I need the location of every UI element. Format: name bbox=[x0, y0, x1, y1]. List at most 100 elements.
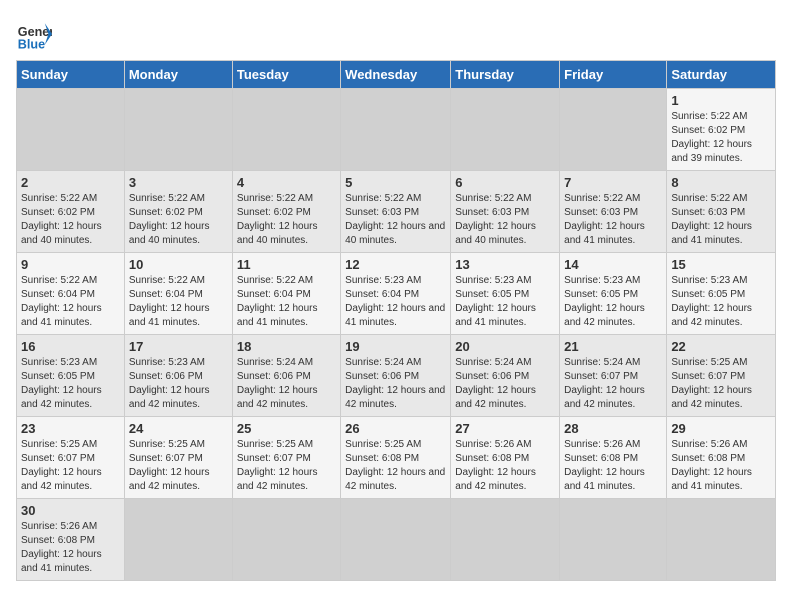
calendar-cell: 16 Sunrise: 5:23 AM Sunset: 6:05 PM Dayli… bbox=[17, 335, 125, 417]
calendar-cell: 6Sunrise: 5:22 AM Sunset: 6:03 PM Daylig… bbox=[451, 171, 560, 253]
week-row-6: 30Sunrise: 5:26 AM Sunset: 6:08 PM Dayli… bbox=[17, 499, 776, 581]
day-info: Sunrise: 5:24 AM Sunset: 6:06 PM Dayligh… bbox=[455, 356, 555, 412]
day-number: 25 bbox=[237, 421, 336, 436]
calendar-cell bbox=[232, 89, 340, 171]
day-number: 13 bbox=[455, 257, 555, 272]
day-number: 30 bbox=[21, 503, 120, 518]
calendar-cell: 24 Sunrise: 5:25 AM Sunset: 6:07 PM Dayli… bbox=[124, 417, 232, 499]
calendar-cell: 13 Sunrise: 5:23 AM Sunset: 6:05 PM Dayli… bbox=[451, 253, 560, 335]
calendar-cell: 26 Sunrise: 5:25 AM Sunset: 6:08 PM Dayli… bbox=[341, 417, 451, 499]
day-number: 23 bbox=[21, 421, 120, 436]
calendar-cell: 12Sunrise: 5:23 AM Sunset: 6:04 PM Dayli… bbox=[341, 253, 451, 335]
day-info: Sunrise: 5:25 AM Sunset: 6:07 PM Dayligh… bbox=[237, 438, 336, 494]
day-number: 12 bbox=[345, 257, 446, 272]
day-number: 28 bbox=[564, 421, 662, 436]
day-info: Sunrise: 5:25 AM Sunset: 6:08 PM Dayligh… bbox=[345, 438, 446, 494]
header-day-monday: Monday bbox=[124, 61, 232, 89]
day-info: Sunrise: 5:25 AM Sunset: 6:07 PM Dayligh… bbox=[671, 356, 771, 412]
calendar-cell bbox=[17, 89, 125, 171]
day-info: Sunrise: 5:22 AM Sunset: 6:03 PM Dayligh… bbox=[345, 192, 446, 248]
calendar-cell bbox=[451, 89, 560, 171]
calendar-cell bbox=[232, 499, 340, 581]
day-info: Sunrise: 5:26 AM Sunset: 6:08 PM Dayligh… bbox=[564, 438, 662, 494]
calendar-cell: 2 Sunrise: 5:22 AM Sunset: 6:02 PM Daylig… bbox=[17, 171, 125, 253]
day-number: 2 bbox=[21, 175, 120, 190]
day-info: Sunrise: 5:22 AM Sunset: 6:02 PM Dayligh… bbox=[237, 192, 336, 248]
calendar-cell: 9 Sunrise: 5:22 AM Sunset: 6:04 PM Daylig… bbox=[17, 253, 125, 335]
day-number: 6 bbox=[455, 175, 555, 190]
header-day-tuesday: Tuesday bbox=[232, 61, 340, 89]
week-row-1: 1 Sunrise: 5:22 AM Sunset: 6:02 PM Daylig… bbox=[17, 89, 776, 171]
calendar-cell: 25 Sunrise: 5:25 AM Sunset: 6:07 PM Dayli… bbox=[232, 417, 340, 499]
day-number: 14 bbox=[564, 257, 662, 272]
logo-icon: General Blue bbox=[16, 16, 52, 52]
day-info: Sunrise: 5:23 AM Sunset: 6:05 PM Dayligh… bbox=[671, 274, 771, 330]
calendar-cell bbox=[451, 499, 560, 581]
day-info: Sunrise: 5:26 AM Sunset: 6:08 PM Dayligh… bbox=[455, 438, 555, 494]
header-day-saturday: Saturday bbox=[667, 61, 776, 89]
calendar-table: SundayMondayTuesdayWednesdayThursdayFrid… bbox=[16, 60, 776, 581]
day-info: Sunrise: 5:23 AM Sunset: 6:05 PM Dayligh… bbox=[21, 356, 120, 412]
header-day-wednesday: Wednesday bbox=[341, 61, 451, 89]
day-number: 3 bbox=[129, 175, 228, 190]
calendar-cell: 29 Sunrise: 5:26 AM Sunset: 6:08 PM Dayli… bbox=[667, 417, 776, 499]
calendar-cell: 5Sunrise: 5:22 AM Sunset: 6:03 PM Daylig… bbox=[341, 171, 451, 253]
day-number: 26 bbox=[345, 421, 446, 436]
calendar-cell: 1 Sunrise: 5:22 AM Sunset: 6:02 PM Daylig… bbox=[667, 89, 776, 171]
day-number: 15 bbox=[671, 257, 771, 272]
calendar-cell: 11 Sunrise: 5:22 AM Sunset: 6:04 PM Dayli… bbox=[232, 253, 340, 335]
day-info: Sunrise: 5:24 AM Sunset: 6:06 PM Dayligh… bbox=[237, 356, 336, 412]
day-number: 24 bbox=[129, 421, 228, 436]
day-info: Sunrise: 5:22 AM Sunset: 6:02 PM Dayligh… bbox=[671, 110, 771, 166]
calendar-cell: 22 Sunrise: 5:25 AM Sunset: 6:07 PM Dayli… bbox=[667, 335, 776, 417]
day-info: Sunrise: 5:22 AM Sunset: 6:03 PM Dayligh… bbox=[564, 192, 662, 248]
calendar-cell: 17Sunrise: 5:23 AM Sunset: 6:06 PM Dayli… bbox=[124, 335, 232, 417]
day-info: Sunrise: 5:24 AM Sunset: 6:06 PM Dayligh… bbox=[345, 356, 446, 412]
header-day-friday: Friday bbox=[560, 61, 667, 89]
day-number: 4 bbox=[237, 175, 336, 190]
calendar-cell: 3 Sunrise: 5:22 AM Sunset: 6:02 PM Daylig… bbox=[124, 171, 232, 253]
day-number: 27 bbox=[455, 421, 555, 436]
calendar-cell bbox=[124, 499, 232, 581]
calendar-cell bbox=[124, 89, 232, 171]
day-number: 10 bbox=[129, 257, 228, 272]
day-info: Sunrise: 5:26 AM Sunset: 6:08 PM Dayligh… bbox=[671, 438, 771, 494]
day-info: Sunrise: 5:22 AM Sunset: 6:04 PM Dayligh… bbox=[21, 274, 120, 330]
day-number: 9 bbox=[21, 257, 120, 272]
logo: General Blue bbox=[16, 16, 52, 52]
day-number: 7 bbox=[564, 175, 662, 190]
day-info: Sunrise: 5:22 AM Sunset: 6:02 PM Dayligh… bbox=[21, 192, 120, 248]
day-info: Sunrise: 5:22 AM Sunset: 6:04 PM Dayligh… bbox=[129, 274, 228, 330]
day-info: Sunrise: 5:25 AM Sunset: 6:07 PM Dayligh… bbox=[129, 438, 228, 494]
calendar-cell bbox=[341, 499, 451, 581]
calendar-cell: 21 Sunrise: 5:24 AM Sunset: 6:07 PM Dayli… bbox=[560, 335, 667, 417]
header-day-thursday: Thursday bbox=[451, 61, 560, 89]
day-info: Sunrise: 5:22 AM Sunset: 6:04 PM Dayligh… bbox=[237, 274, 336, 330]
calendar-cell: 23 Sunrise: 5:25 AM Sunset: 6:07 PM Dayli… bbox=[17, 417, 125, 499]
week-row-5: 23 Sunrise: 5:25 AM Sunset: 6:07 PM Dayli… bbox=[17, 417, 776, 499]
day-number: 29 bbox=[671, 421, 771, 436]
day-number: 21 bbox=[564, 339, 662, 354]
svg-text:Blue: Blue bbox=[18, 37, 45, 51]
calendar-cell: 14 Sunrise: 5:23 AM Sunset: 6:05 PM Dayli… bbox=[560, 253, 667, 335]
calendar-cell: 19Sunrise: 5:24 AM Sunset: 6:06 PM Dayli… bbox=[341, 335, 451, 417]
day-number: 22 bbox=[671, 339, 771, 354]
day-number: 8 bbox=[671, 175, 771, 190]
day-number: 1 bbox=[671, 93, 771, 108]
header: General Blue bbox=[16, 16, 776, 52]
day-number: 18 bbox=[237, 339, 336, 354]
day-info: Sunrise: 5:23 AM Sunset: 6:05 PM Dayligh… bbox=[455, 274, 555, 330]
day-number: 16 bbox=[21, 339, 120, 354]
day-info: Sunrise: 5:22 AM Sunset: 6:02 PM Dayligh… bbox=[129, 192, 228, 248]
calendar-cell bbox=[341, 89, 451, 171]
calendar-cell: 4 Sunrise: 5:22 AM Sunset: 6:02 PM Daylig… bbox=[232, 171, 340, 253]
day-number: 11 bbox=[237, 257, 336, 272]
day-info: Sunrise: 5:23 AM Sunset: 6:05 PM Dayligh… bbox=[564, 274, 662, 330]
day-number: 20 bbox=[455, 339, 555, 354]
day-info: Sunrise: 5:24 AM Sunset: 6:07 PM Dayligh… bbox=[564, 356, 662, 412]
calendar-cell: 10 Sunrise: 5:22 AM Sunset: 6:04 PM Dayli… bbox=[124, 253, 232, 335]
calendar-cell: 7 Sunrise: 5:22 AM Sunset: 6:03 PM Daylig… bbox=[560, 171, 667, 253]
day-info: Sunrise: 5:25 AM Sunset: 6:07 PM Dayligh… bbox=[21, 438, 120, 494]
calendar-cell bbox=[560, 89, 667, 171]
header-row: SundayMondayTuesdayWednesdayThursdayFrid… bbox=[17, 61, 776, 89]
